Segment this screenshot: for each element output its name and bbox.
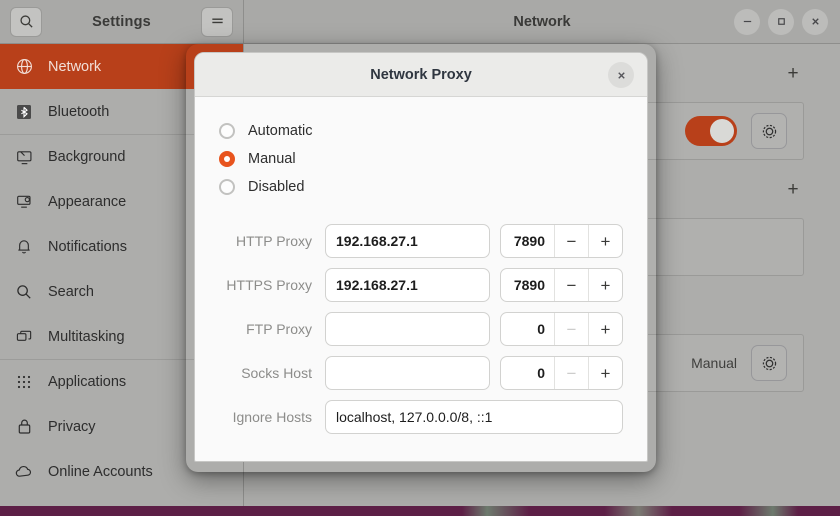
radio-icon[interactable] xyxy=(219,179,235,195)
radio-label: Manual xyxy=(248,151,296,167)
sidebar-item-label: Search xyxy=(48,284,94,300)
plus-icon[interactable]: + xyxy=(588,357,622,389)
sidebar-item-label: Notifications xyxy=(48,239,127,255)
http-proxy-input[interactable]: 192.168.27.1 xyxy=(325,224,490,258)
socks-host-input[interactable] xyxy=(325,356,490,390)
radio-icon-selected[interactable] xyxy=(219,151,235,167)
magnifier-icon xyxy=(14,282,34,302)
sidebar-item-label: Multitasking xyxy=(48,329,125,345)
radio-label: Disabled xyxy=(248,179,304,195)
gear-icon[interactable] xyxy=(751,345,787,381)
ftp-proxy-input[interactable] xyxy=(325,312,490,346)
toggle-knob xyxy=(710,119,734,143)
grid-dots-icon xyxy=(14,372,34,392)
plus-icon[interactable]: + xyxy=(588,313,622,345)
https-port-value[interactable]: 7890 xyxy=(501,269,554,301)
sidebar-item-label: Network xyxy=(48,59,101,75)
window-titlebar: Settings Network xyxy=(0,0,840,44)
hamburger-menu-icon[interactable] xyxy=(201,7,233,37)
bluetooth-icon xyxy=(14,102,34,122)
proxy-mode-value: Manual xyxy=(691,355,737,371)
windows-icon xyxy=(14,327,34,347)
minus-icon[interactable]: − xyxy=(554,225,588,257)
sidebar-item-label: Privacy xyxy=(48,419,96,435)
field-label: HTTPS Proxy xyxy=(219,277,325,293)
page-title: Settings xyxy=(42,14,201,30)
radio-option-automatic[interactable]: Automatic xyxy=(219,117,623,145)
add-vpn-button[interactable]: + xyxy=(782,178,804,200)
ignore-hosts-input[interactable]: localhost, 127.0.0.0/8, ::1 xyxy=(325,400,623,434)
socks-port-stepper[interactable]: 0 − + xyxy=(500,356,623,390)
desktop-background-strip xyxy=(0,506,840,516)
radio-option-manual[interactable]: Manual xyxy=(219,145,623,173)
appearance-icon xyxy=(14,192,34,212)
desktop-backdrop: Settings Network xyxy=(0,0,840,516)
http-port-stepper[interactable]: 7890 − + xyxy=(500,224,623,258)
bell-icon xyxy=(14,237,34,257)
close-button[interactable] xyxy=(802,9,828,35)
add-wifi-button[interactable]: + xyxy=(782,62,804,84)
dialog-body: Automatic Manual Disabled HTTP Proxy 192… xyxy=(195,97,647,439)
https-proxy-input[interactable]: 192.168.27.1 xyxy=(325,268,490,302)
field-label: Socks Host xyxy=(219,365,325,381)
minus-icon[interactable]: − xyxy=(554,269,588,301)
https-port-stepper[interactable]: 7890 − + xyxy=(500,268,623,302)
sidebar-item-label: Online Accounts xyxy=(48,464,153,480)
sidebar-item-label: Background xyxy=(48,149,125,165)
gear-icon[interactable] xyxy=(751,113,787,149)
radio-icon[interactable] xyxy=(219,123,235,139)
network-proxy-dialog: Network Proxy Automatic Manual Disabled xyxy=(194,52,648,462)
form-row-ftp-proxy: FTP Proxy 0 − + xyxy=(219,307,623,351)
titlebar-left-pane: Settings xyxy=(0,0,244,43)
wifi-toggle[interactable] xyxy=(685,116,737,146)
maximize-button[interactable] xyxy=(768,9,794,35)
dialog-title: Network Proxy xyxy=(370,67,472,83)
globe-icon xyxy=(14,57,34,77)
ftp-port-value[interactable]: 0 xyxy=(501,313,554,345)
ftp-port-stepper[interactable]: 0 − + xyxy=(500,312,623,346)
form-row-ignore-hosts: Ignore Hosts localhost, 127.0.0.0/8, ::1 xyxy=(219,395,623,439)
field-label: HTTP Proxy xyxy=(219,233,325,249)
minus-icon[interactable]: − xyxy=(554,313,588,345)
form-row-http-proxy: HTTP Proxy 192.168.27.1 7890 − + xyxy=(219,219,623,263)
window-controls xyxy=(734,9,828,35)
radio-label: Automatic xyxy=(248,123,312,139)
socks-port-value[interactable]: 0 xyxy=(501,357,554,389)
minus-icon[interactable]: − xyxy=(554,357,588,389)
form-row-socks-host: Socks Host 0 − + xyxy=(219,351,623,395)
minimize-button[interactable] xyxy=(734,9,760,35)
cloud-icon xyxy=(14,462,34,482)
close-icon[interactable] xyxy=(608,62,634,88)
plus-icon[interactable]: + xyxy=(588,269,622,301)
dialog-titlebar: Network Proxy xyxy=(195,53,647,97)
sidebar-item-label: Bluetooth xyxy=(48,104,109,120)
proxy-form: HTTP Proxy 192.168.27.1 7890 − + HTTPS P… xyxy=(219,219,623,439)
sidebar-item-label: Applications xyxy=(48,374,126,390)
sidebar-item-label: Appearance xyxy=(48,194,126,210)
http-port-value[interactable]: 7890 xyxy=(501,225,554,257)
search-icon[interactable] xyxy=(10,7,42,37)
titlebar-right-pane: Network xyxy=(244,0,840,43)
field-label: Ignore Hosts xyxy=(219,409,325,425)
plus-icon[interactable]: + xyxy=(588,225,622,257)
radio-option-disabled[interactable]: Disabled xyxy=(219,173,623,201)
field-label: FTP Proxy xyxy=(219,321,325,337)
lock-icon xyxy=(14,417,34,437)
monitor-icon xyxy=(14,147,34,167)
form-row-https-proxy: HTTPS Proxy 192.168.27.1 7890 − + xyxy=(219,263,623,307)
